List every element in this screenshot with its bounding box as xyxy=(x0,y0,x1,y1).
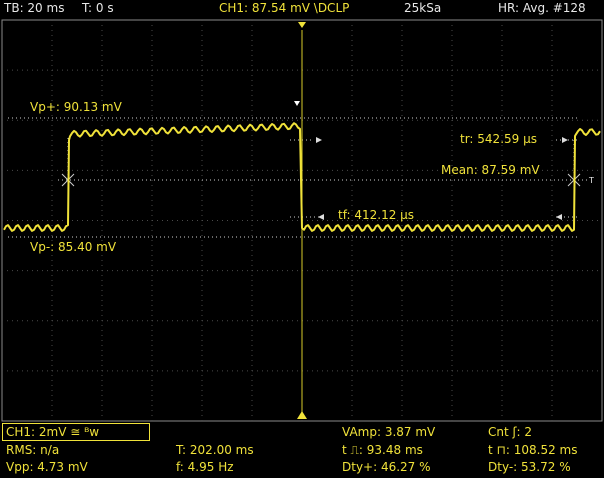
vp-minus-label: Vp-: 85.40 mV xyxy=(30,240,117,254)
scope-display xyxy=(1,19,603,422)
edge-count-readout: Cnt ʃ: 2 xyxy=(488,425,533,439)
frequency-readout: f: 4.95 Hz xyxy=(176,460,234,474)
arrow-icon xyxy=(318,214,324,220)
duty-negative-readout: Dty-: 53.72 % xyxy=(488,460,571,474)
mean-label: Mean: 87.59 mV xyxy=(441,163,540,177)
mean-edge-marker: T xyxy=(589,176,594,185)
cursor-marker-icon xyxy=(294,101,300,106)
positive-width-readout: t ⎍: 93.48 ms xyxy=(342,443,423,457)
arrow-icon xyxy=(562,137,568,143)
vp-plus-label: Vp+: 90.13 mV xyxy=(30,100,122,114)
vpp-readout: Vpp: 4.73 mV xyxy=(6,460,88,474)
rms-readout: RMS: n/a xyxy=(6,443,60,457)
channel-setting[interactable]: CH1: 2mV ≅ ᴮw xyxy=(6,425,99,439)
period-readout: T: 202.00 ms xyxy=(176,443,254,457)
duty-positive-readout: Dty+: 46.27 % xyxy=(342,460,431,474)
arrow-icon xyxy=(316,137,322,143)
fall-time-label: tf: 412.12 µs xyxy=(338,208,415,222)
rise-time-label: tr: 542.59 µs xyxy=(460,132,537,146)
vamp-readout: VAmp: 3.87 mV xyxy=(342,425,436,439)
measurement-panel: CH1: 2mV ≅ ᴮw RMS: n/a Vpp: 4.73 mV T: 2… xyxy=(0,422,604,478)
trigger-bottom-marker-icon[interactable] xyxy=(297,411,307,419)
trigger-top-marker-icon[interactable] xyxy=(298,22,306,28)
negative-width-readout: t ⊓: 108.52 ms xyxy=(488,443,578,457)
arrow-icon xyxy=(556,214,562,220)
